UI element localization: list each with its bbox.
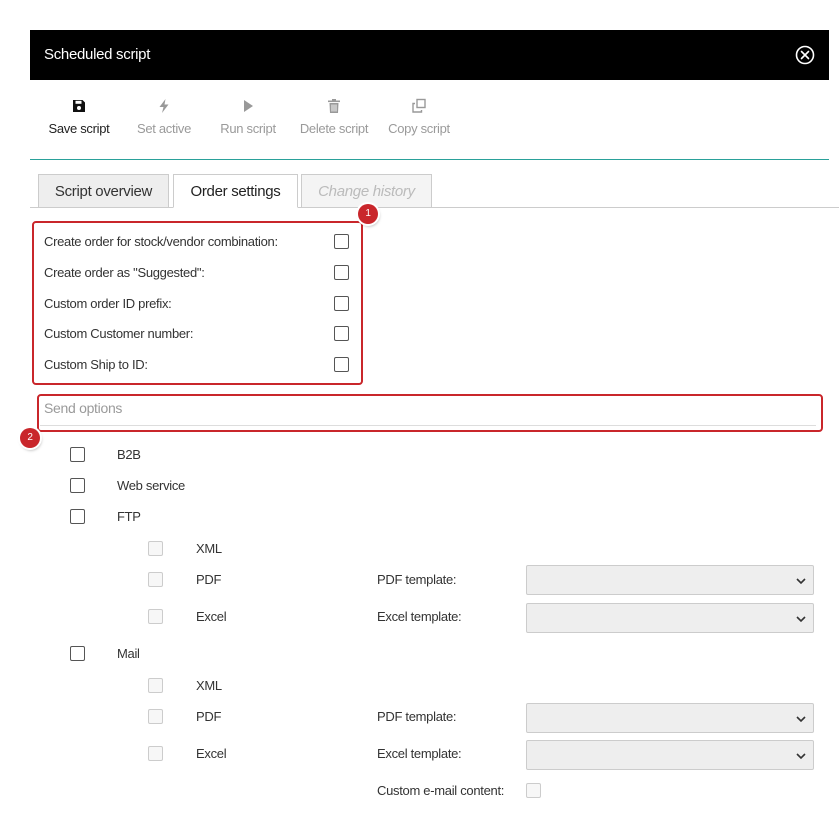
ftp-excel-template-select[interactable] [526, 603, 814, 633]
ftp-pdf-label: PDF [196, 572, 222, 587]
b2b-label: B2B [117, 447, 141, 462]
custom-email-content-checkbox[interactable] [526, 783, 541, 798]
ftp-excel-row: Excel [148, 607, 348, 627]
save-icon [73, 100, 85, 112]
ftp-xml-checkbox[interactable] [148, 541, 163, 556]
ftp-pdf-template-select[interactable] [526, 565, 814, 595]
delete-script-button[interactable]: Delete script [296, 90, 372, 150]
mail-xml-checkbox[interactable] [148, 678, 163, 693]
ftp-pdf-row: PDF [148, 570, 348, 590]
mail-excel-template-select[interactable] [526, 740, 814, 770]
chevron-down-icon [796, 616, 806, 623]
save-script-button[interactable]: Save script [42, 90, 116, 150]
web-service-label: Web service [117, 478, 185, 493]
ftp-xml-row: XML [148, 539, 348, 559]
mail-pdf-template-label: PDF template: [377, 709, 457, 724]
custom-email-content-label: Custom e-mail content: [377, 783, 505, 798]
mail-label: Mail [117, 646, 140, 661]
set-active-button[interactable]: Set active [130, 90, 198, 150]
run-script-label: Run script [220, 121, 276, 136]
ftp-pdf-template-label: PDF template: [377, 572, 457, 587]
copy-script-button[interactable]: Copy script [384, 90, 454, 150]
close-icon[interactable] [795, 45, 815, 65]
chevron-down-icon [796, 578, 806, 585]
copy-script-label: Copy script [388, 121, 450, 136]
mail-xml-label: XML [196, 678, 222, 693]
b2b-checkbox[interactable] [70, 447, 85, 462]
send-b2b-row: B2B [70, 445, 270, 465]
callout-badge-2: 2 [20, 428, 40, 448]
save-script-label: Save script [48, 121, 110, 136]
send-ftp-row: FTP [70, 507, 270, 527]
trash-icon [328, 99, 340, 113]
web-service-checkbox[interactable] [70, 478, 85, 493]
tab-script-overview[interactable]: Script overview [38, 174, 169, 208]
ftp-excel-template-label: Excel template: [377, 609, 462, 624]
ftp-pdf-checkbox[interactable] [148, 572, 163, 587]
mail-excel-label: Excel [196, 746, 227, 761]
ftp-xml-label: XML [196, 541, 222, 556]
toolbar: Save script Set active Run script Delete… [30, 90, 829, 160]
mail-pdf-checkbox[interactable] [148, 709, 163, 724]
mail-pdf-label: PDF [196, 709, 222, 724]
ftp-label: FTP [117, 509, 141, 524]
send-mail-row: Mail [70, 644, 270, 664]
mail-excel-checkbox[interactable] [148, 746, 163, 761]
ftp-excel-checkbox[interactable] [148, 609, 163, 624]
mail-excel-row: Excel [148, 744, 348, 764]
tab-order-settings[interactable]: Order settings [173, 174, 298, 208]
callout-badge-1: 1 [358, 204, 378, 224]
highlight-order-options [32, 221, 363, 385]
delete-script-label: Delete script [299, 121, 369, 136]
highlight-send-options [37, 394, 823, 432]
tab-change-history[interactable]: Change history [301, 174, 432, 208]
chevron-down-icon [796, 716, 806, 723]
dialog-header: Scheduled script [30, 30, 829, 80]
mail-checkbox[interactable] [70, 646, 85, 661]
play-icon [244, 100, 253, 112]
set-active-label: Set active [136, 121, 192, 136]
ftp-checkbox[interactable] [70, 509, 85, 524]
mail-excel-template-label: Excel template: [377, 746, 462, 761]
run-script-button[interactable]: Run script [216, 90, 280, 150]
mail-xml-row: XML [148, 676, 348, 696]
dialog-title: Scheduled script [44, 46, 151, 63]
chevron-down-icon [796, 753, 806, 760]
ftp-excel-label: Excel [196, 609, 227, 624]
lightning-icon [159, 99, 169, 113]
mail-pdf-row: PDF [148, 707, 348, 727]
send-web-service-row: Web service [70, 476, 270, 496]
tab-bar: Script overview Order settings Change hi… [30, 174, 839, 208]
copy-icon [412, 98, 426, 113]
mail-pdf-template-select[interactable] [526, 703, 814, 733]
